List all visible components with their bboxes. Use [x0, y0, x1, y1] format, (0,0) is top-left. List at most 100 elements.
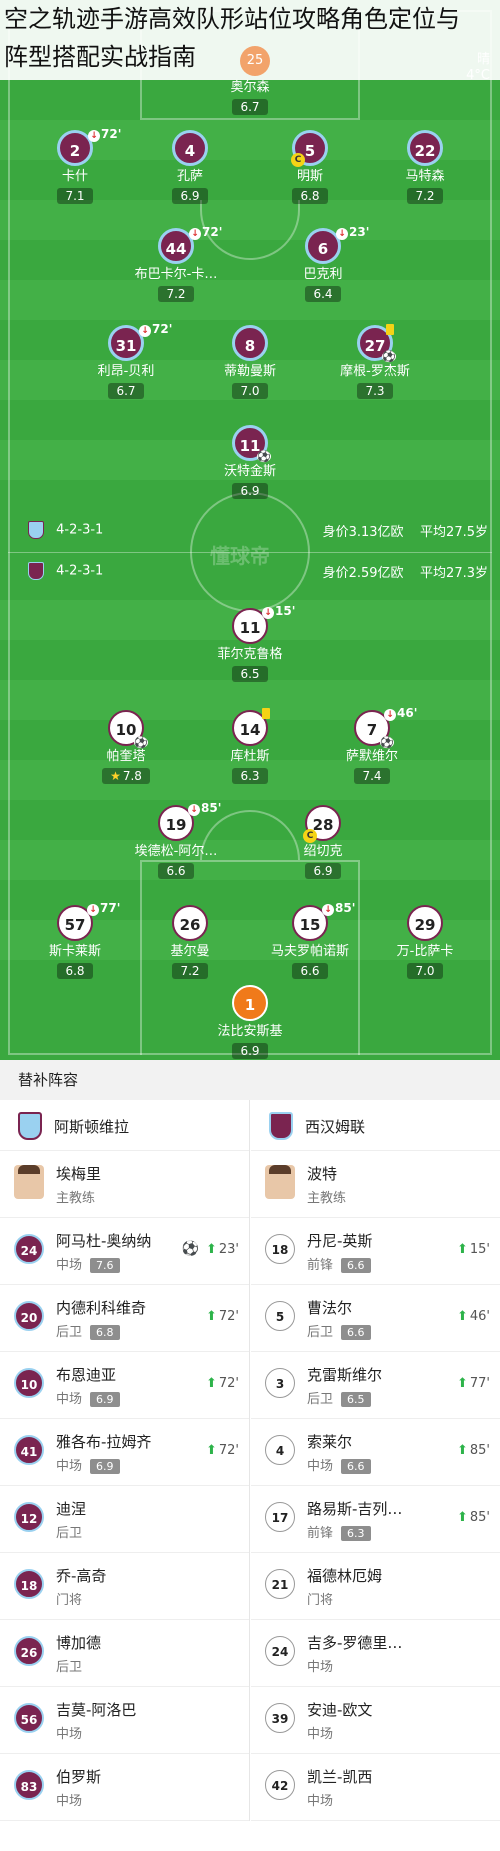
sub-player-name: 布恩迪亚: [56, 1366, 117, 1384]
yellow-card-icon: [386, 324, 394, 335]
player-name: 利昂-贝利: [97, 364, 155, 379]
away-player[interactable]: 10⚽帕奎塔 7.8: [71, 710, 181, 784]
position-label: 中场: [307, 1660, 334, 1675]
player-name: 库杜斯: [230, 749, 270, 764]
away-formation: 4-2-3-1: [56, 563, 104, 579]
sub-on-minute: 77': [469, 1376, 490, 1391]
sub-on-indicator: ⬆ 77': [457, 1376, 490, 1391]
sub-player-row[interactable]: 4 索莱尔 中场 6.6 ⬆ 85': [251, 1419, 500, 1486]
sub-off-indicator: ↓ 85': [322, 901, 355, 916]
sub-off-indicator: ↓ 15': [262, 604, 295, 619]
sub-player-row[interactable]: 41 雅各布-拉姆齐 中场 6.9 ⬆ 72': [0, 1419, 249, 1486]
player-number-disc: 11 ⚽: [232, 425, 271, 462]
player-number: 19: [165, 816, 187, 834]
sub-player-row[interactable]: 10 布恩迪亚 中场 6.9 ⬆ 72': [0, 1352, 249, 1419]
home-player[interactable]: 31 ↓ 72' 利昂-贝利 6.7: [71, 322, 181, 399]
sub-player-row[interactable]: 17 路易斯-吉列… 前锋 6.3 ⬆ 85': [251, 1486, 500, 1553]
home-player[interactable]: 4 孔萨 6.9: [135, 130, 245, 204]
sub-player-row[interactable]: 24 吉多-罗德里… 中场: [251, 1620, 500, 1687]
sub-player-rating: 6.3: [341, 1526, 371, 1541]
position-label: 中场: [307, 1727, 334, 1742]
away-team-row[interactable]: 西汉姆联: [251, 1100, 500, 1151]
home-player[interactable]: 8 蒂勒曼斯 7.0: [195, 325, 305, 399]
captain-badge: C: [303, 829, 317, 843]
player-name: 万-比萨卡: [396, 944, 454, 959]
sub-player-number: 42: [265, 1770, 295, 1800]
sub-on-indicator: ⬆ 72': [206, 1376, 239, 1391]
player-rating: 6.9: [232, 483, 268, 499]
away-coach-row[interactable]: 波特 主教练: [251, 1151, 500, 1218]
sub-player-row[interactable]: 3 克雷斯维尔 后卫 6.5 ⬆ 77': [251, 1352, 500, 1419]
sub-on-indicator: ⬆ 72': [206, 1443, 239, 1458]
player-rating: 6.3: [232, 768, 268, 784]
sub-on-icon: ⬆: [456, 1242, 468, 1257]
sub-player-row[interactable]: 21 福德林厄姆 门将: [251, 1553, 500, 1620]
sub-player-rating: 6.8: [90, 1325, 120, 1340]
sub-player-row[interactable]: 39 安迪-欧文 中场: [251, 1687, 500, 1754]
coach-role: 主教练: [307, 1191, 347, 1206]
sub-player-rating: 7.6: [90, 1258, 120, 1273]
player-name: 菲尔克鲁格: [217, 647, 283, 662]
home-player[interactable]: 22 马特森 7.2: [370, 130, 480, 204]
sub-player-name: 吉莫-阿洛巴: [56, 1701, 137, 1719]
away-player[interactable]: 15 ↓ 85' 马夫罗帕诺斯 6.6: [255, 901, 365, 979]
sub-on-minute: 72': [218, 1443, 239, 1458]
player-number-disc: 14: [232, 708, 270, 746]
home-team-row[interactable]: 阿斯顿维拉: [0, 1100, 249, 1151]
home-player[interactable]: 6 ↓ 23' 巴克利 6.4: [268, 225, 378, 302]
sub-player-row[interactable]: 56 吉莫-阿洛巴 中场: [0, 1687, 249, 1754]
player-name: 摩根-罗杰斯: [340, 364, 410, 379]
player-name: 斯卡莱斯: [48, 944, 101, 959]
sub-off-minute: 46': [397, 706, 418, 720]
away-player[interactable]: 26 基尔曼 7.2: [135, 905, 245, 979]
sub-player-row[interactable]: 42 凯兰-凯西 中场: [251, 1754, 500, 1821]
sub-on-icon: ⬆: [205, 1443, 217, 1458]
player-rating: 7.3: [357, 383, 393, 399]
home-coach-row[interactable]: 埃梅里 主教练: [0, 1151, 249, 1218]
away-player[interactable]: 14 库杜斯 6.3: [195, 708, 305, 784]
home-player[interactable]: 11 ⚽ 沃特金斯 6.9: [195, 425, 305, 499]
sub-player-position: 中场: [307, 1790, 333, 1809]
away-player[interactable]: 11 ↓ 15' 菲尔克鲁格 6.5: [195, 604, 305, 682]
home-player[interactable]: 5 C 明斯 6.8: [255, 130, 365, 204]
sub-player-number: 17: [265, 1502, 295, 1532]
sub-player-row[interactable]: 5 曹法尔 后卫 6.6 ⬆ 46': [251, 1285, 500, 1352]
player-number-disc: 4: [172, 130, 208, 166]
player-name: 萨默维尔: [345, 749, 398, 764]
player-number-disc: 2 ↓ 72': [57, 127, 121, 166]
sub-player-number: 10: [14, 1368, 44, 1398]
away-player[interactable]: 29 万-比萨卡 7.0: [370, 905, 480, 979]
sub-player-row[interactable]: 20 内德利科维奇 后卫 6.8 ⬆ 72': [0, 1285, 249, 1352]
position-label: 前锋: [307, 1526, 334, 1541]
sub-player-row[interactable]: 18 乔-高奇 门将: [0, 1553, 249, 1620]
home-player[interactable]: 44 ↓ 72' 布巴卡尔-卡… 7.2: [121, 225, 231, 302]
sub-off-indicator: ↓ 72': [139, 322, 172, 337]
home-player[interactable]: 2 ↓ 72' 卡什 7.1: [20, 127, 130, 204]
sub-player-name: 克雷斯维尔: [307, 1366, 383, 1384]
sub-player-row[interactable]: 83 伯罗斯 中场: [0, 1754, 249, 1821]
sub-player-position: 门将: [307, 1589, 333, 1608]
away-player[interactable]: 7 ⚽ ↓ 46' 萨默维尔 7.4: [317, 706, 427, 784]
sub-player-row[interactable]: 18 丹尼-英斯 前锋 6.6 ⬆ 15': [251, 1218, 500, 1285]
away-player[interactable]: 57 ↓ 77' 斯卡莱斯 6.8: [20, 901, 130, 979]
home-player[interactable]: 27 ⚽ 摩根-罗杰斯 7.3: [320, 324, 430, 399]
away-player[interactable]: 28 C 绍切克 6.9: [268, 805, 378, 879]
player-number-disc: 11 ↓ 15': [232, 604, 295, 644]
sub-player-row[interactable]: 26 博加德 后卫: [0, 1620, 249, 1687]
top-player-number[interactable]: 25: [240, 46, 270, 76]
player-rating: 7.2: [407, 188, 443, 204]
sub-player-rating: 6.6: [341, 1258, 371, 1273]
away-subs-column: 西汉姆联 波特 主教练 18 丹尼-英斯 前锋 6.6 ⬆ 15' 5 曹法尔 后卫 6.6 ⬆ 46…: [251, 1100, 500, 1821]
sub-player-row[interactable]: 12 迪涅 后卫: [0, 1486, 249, 1553]
sub-player-row[interactable]: 24 阿马杜-奥纳纳 中场 7.6 ⚽ ⬆ 23': [0, 1218, 249, 1285]
sub-on-minute: 85': [469, 1443, 490, 1458]
player-rating: 7.4: [354, 768, 390, 784]
player-number: 57: [64, 916, 86, 934]
player-number: 1: [244, 996, 256, 1014]
home-goalkeeper[interactable]: 奥尔森 6.7: [195, 80, 305, 115]
sub-player-position: 门将: [56, 1589, 82, 1608]
player-rating: 7.0: [407, 963, 443, 979]
away-player[interactable]: 1 法比安斯基 6.9: [195, 985, 305, 1059]
sub-on-icon: ⬆: [205, 1242, 217, 1257]
away-player[interactable]: 19 ↓ 85' 埃德松-阿尔… 6.6: [121, 801, 231, 879]
